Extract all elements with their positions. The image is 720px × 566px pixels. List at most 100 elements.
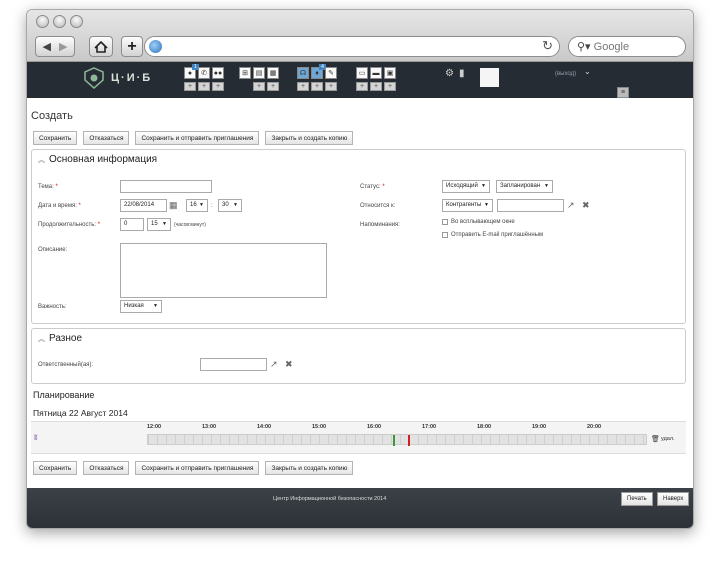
save-and-send-button[interactable]: Сохранить и отправить приглашения (135, 461, 260, 475)
status-state-select[interactable]: Запланирован ▼ (496, 180, 553, 193)
hour-label: 16:00 (367, 424, 382, 430)
trash-icon[interactable]: 🗑 (651, 435, 660, 443)
grid-tick (238, 435, 239, 444)
address-bar[interactable]: ↻ (144, 36, 560, 57)
headset-icon[interactable]: ☊ (297, 67, 309, 79)
clear-icon[interactable]: ✖ (285, 359, 293, 369)
zoom-window-icon[interactable] (70, 15, 83, 28)
chevron-down-icon[interactable]: ⌄ (584, 67, 591, 76)
new-tab-button[interactable]: + (121, 36, 143, 57)
browser-window: ◀ ▶ + ↻ ⚲▾ Google Ц·И·Б ● 1 ✆ ●● + + + ⊞… (26, 9, 694, 529)
add-folder-button[interactable]: + (356, 82, 368, 91)
priority-select[interactable]: Низкая ▼ (120, 300, 162, 313)
page-footer: Центр Информационной безопасности 2014 П… (27, 488, 693, 528)
email-invite-checkbox[interactable] (442, 232, 448, 238)
misc-heading[interactable]: ︽ Разное (38, 333, 82, 344)
minimize-window-icon[interactable] (53, 15, 66, 28)
save-button[interactable]: Сохранить (33, 131, 78, 145)
search-field[interactable]: ⚲▾ Google (568, 36, 686, 57)
status-direction-select[interactable]: Исходящий ▼ (442, 180, 490, 193)
planning-date: Пятница 22 Август 2014 (33, 408, 128, 418)
close-and-copy-button[interactable]: Закрыть и создать копию (265, 461, 354, 475)
grid-tick (400, 435, 401, 444)
add-calendar-button[interactable]: + (267, 82, 279, 91)
add-contact-button[interactable]: + (184, 82, 196, 91)
duration-hint: (часов:минут) (174, 222, 206, 228)
app-header: Ц·И·Б ● 1 ✆ ●● + + + ⊞ ▤ ▦ + + ☊ ♦ 4 ✎ +… (27, 62, 693, 98)
calendar-icon[interactable]: ▦ (267, 67, 279, 79)
add-image-button[interactable]: + (384, 82, 396, 91)
grid-tick (346, 435, 347, 444)
settings-gears-icon[interactable]: ⚙ (445, 68, 454, 79)
datetime-label: Дата и время: (38, 203, 77, 209)
calendar-picker-icon[interactable]: ▦ (169, 200, 178, 210)
contacts-icon[interactable]: ● 1 (184, 64, 199, 79)
home-button[interactable] (89, 36, 113, 57)
open-link-icon[interactable]: ↗ (567, 200, 575, 210)
add-grid-button[interactable]: + (253, 82, 265, 91)
related-input[interactable] (497, 199, 564, 212)
grid-tick (553, 435, 554, 444)
grid-tick (607, 435, 608, 444)
app-logo[interactable]: Ц·И·Б (83, 67, 152, 89)
subject-input[interactable] (120, 180, 212, 193)
add-edit-button[interactable]: + (325, 82, 337, 91)
grid-tick (373, 435, 374, 444)
close-window-icon[interactable] (36, 15, 49, 28)
grid-tick (418, 435, 419, 444)
book-icon[interactable]: ▮ (459, 68, 465, 79)
window-icon[interactable]: ▬ (370, 67, 382, 79)
add-window-button[interactable]: + (370, 82, 382, 91)
grid-tick (247, 435, 248, 444)
description-textarea[interactable] (120, 243, 327, 298)
org-chart-icon[interactable]: ⊞ (239, 67, 251, 79)
logout-link[interactable]: (выход) (555, 71, 576, 77)
cancel-button[interactable]: Отказаться (83, 131, 130, 145)
related-label: Относится к: (360, 203, 396, 209)
hour-select[interactable]: 16 ▼ (186, 199, 208, 212)
minute-select[interactable]: 30 ▼ (218, 199, 242, 212)
grid-icon[interactable]: ▤ (253, 67, 265, 79)
back-forward-buttons[interactable]: ◀ ▶ (35, 36, 75, 57)
folder-icon[interactable]: ▭ (356, 67, 368, 79)
add-headset-button[interactable]: + (297, 82, 309, 91)
grid-tick (301, 435, 302, 444)
add-call-button[interactable]: + (198, 82, 210, 91)
duration-minutes-select[interactable]: 15 ▼ (147, 218, 171, 231)
back-arrow-icon[interactable]: ◀ (43, 40, 51, 53)
section-title: Основная информация (49, 154, 158, 165)
add-user-button[interactable]: + (212, 82, 224, 91)
popup-reminder-checkbox[interactable] (442, 219, 448, 225)
grid-tick (157, 435, 158, 444)
reload-icon[interactable]: ↻ (542, 38, 553, 54)
date-input[interactable]: 22/08/2014 (120, 199, 167, 212)
assigned-input[interactable] (200, 358, 267, 371)
menu-icon[interactable]: ≡ (617, 87, 629, 98)
remove-participant-link[interactable]: удал. (661, 436, 675, 442)
cancel-button[interactable]: Отказаться (83, 461, 130, 475)
add-mic-button[interactable]: + (311, 82, 323, 91)
clear-icon[interactable]: ✖ (582, 200, 590, 210)
print-button[interactable]: Печать (621, 492, 653, 506)
grid-tick (589, 435, 590, 444)
save-and-send-button[interactable]: Сохранить и отправить приглашения (135, 131, 260, 145)
related-type-select[interactable]: Контрагенты ▼ (442, 199, 493, 212)
grid-tick (229, 435, 230, 444)
scroll-top-button[interactable]: Наверх (657, 492, 690, 506)
browser-toolbar: ◀ ▶ + ↻ ⚲▾ Google (27, 10, 693, 62)
grid-tick (292, 435, 293, 444)
users-icon[interactable]: ●● (212, 67, 224, 79)
microphone-icon[interactable]: ♦ 4 (311, 64, 326, 79)
grid-tick (472, 435, 473, 444)
duration-hours-input[interactable]: 0 (120, 218, 144, 231)
phone-icon[interactable]: ✆ (198, 67, 210, 79)
close-and-copy-button[interactable]: Закрыть и создать копию (265, 131, 354, 145)
edit-icon[interactable]: ✎ (325, 67, 337, 79)
image-icon[interactable]: ▣ (384, 67, 396, 79)
open-link-icon[interactable]: ↗ (270, 359, 278, 369)
main-info-heading[interactable]: ︽ Основная информация (38, 154, 157, 165)
forward-arrow-icon[interactable]: ▶ (59, 40, 67, 53)
avatar[interactable] (480, 68, 499, 87)
grid-tick (328, 435, 329, 444)
save-button[interactable]: Сохранить (33, 461, 78, 475)
